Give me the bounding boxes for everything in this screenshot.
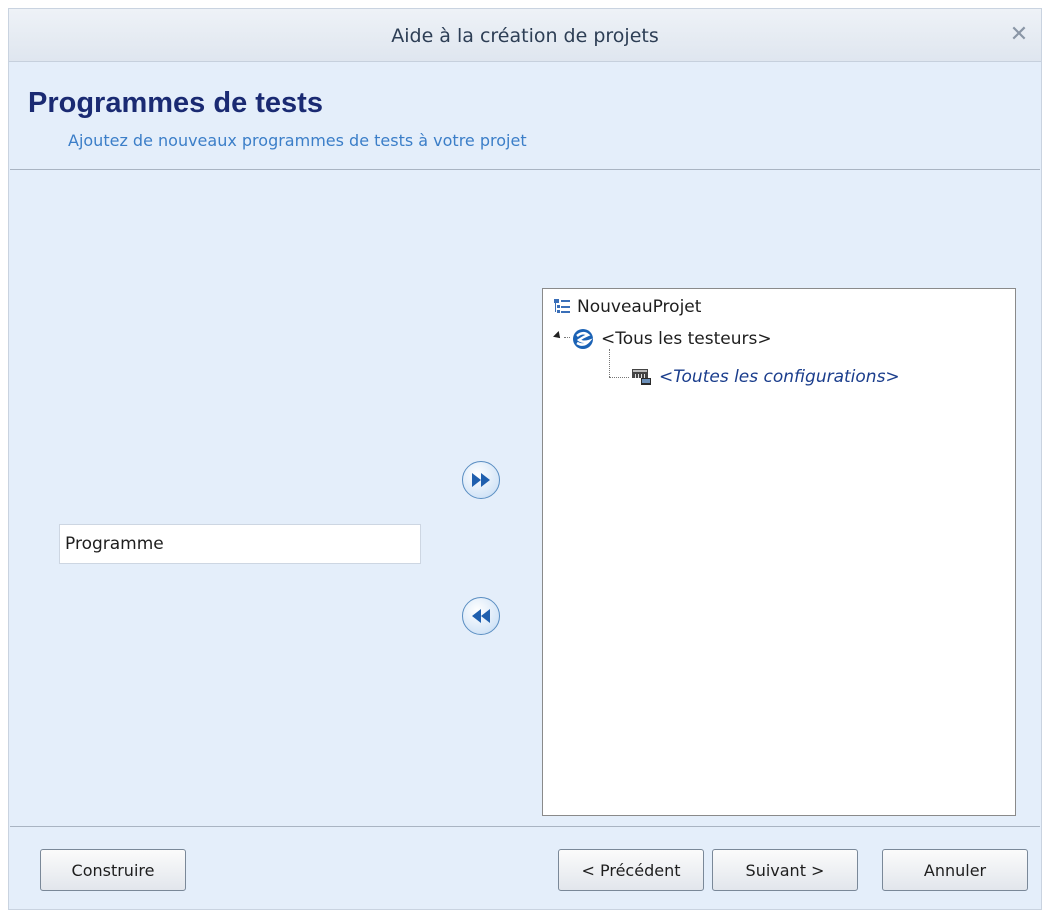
- window-title: Aide à la création de projets: [391, 25, 659, 47]
- program-name-input[interactable]: Programme: [59, 524, 421, 564]
- add-program-button[interactable]: [462, 461, 500, 499]
- configuration-icon: [632, 369, 651, 385]
- previous-button[interactable]: < Précédent: [558, 849, 704, 891]
- project-tree-icon: [554, 299, 570, 313]
- close-icon[interactable]: ✕: [1007, 23, 1031, 47]
- tree-node-root[interactable]: NouveauProjet: [553, 293, 701, 321]
- wizard-content: Programmes de tests Ajoutez de nouveaux …: [10, 69, 1040, 907]
- project-tree[interactable]: NouveauProjet <Tous les testeurs> <Toute…: [542, 288, 1016, 816]
- tree-node-testers[interactable]: <Tous les testeurs>: [573, 325, 772, 353]
- tree-connector: [609, 377, 629, 378]
- remove-program-button[interactable]: [462, 597, 500, 635]
- tree-connector: [609, 349, 610, 377]
- next-button[interactable]: Suivant >: [712, 849, 858, 891]
- cancel-button[interactable]: Annuler: [882, 849, 1028, 891]
- tree-connector: [564, 337, 570, 338]
- tree-root-label: NouveauProjet: [577, 297, 702, 317]
- tester-globe-icon: [573, 329, 593, 349]
- rewind-icon: [472, 609, 490, 623]
- page-subtitle: Ajoutez de nouveaux programmes de tests …: [68, 131, 527, 150]
- footer-divider: [10, 826, 1040, 827]
- page-header: Programmes de tests Ajoutez de nouveaux …: [10, 69, 1040, 170]
- title-bar: Aide à la création de projets ✕: [9, 9, 1041, 62]
- tree-testers-label: <Tous les testeurs>: [601, 329, 772, 349]
- tree-node-configurations[interactable]: <Toutes les configurations>: [631, 363, 900, 391]
- tree-configurations-label: <Toutes les configurations>: [659, 367, 900, 387]
- expand-arrow-icon[interactable]: [553, 331, 563, 341]
- fast-forward-icon: [472, 473, 490, 487]
- page-title: Programmes de tests: [28, 87, 323, 119]
- build-button[interactable]: Construire: [40, 849, 186, 891]
- wizard-window: Aide à la création de projets ✕ Programm…: [8, 8, 1042, 910]
